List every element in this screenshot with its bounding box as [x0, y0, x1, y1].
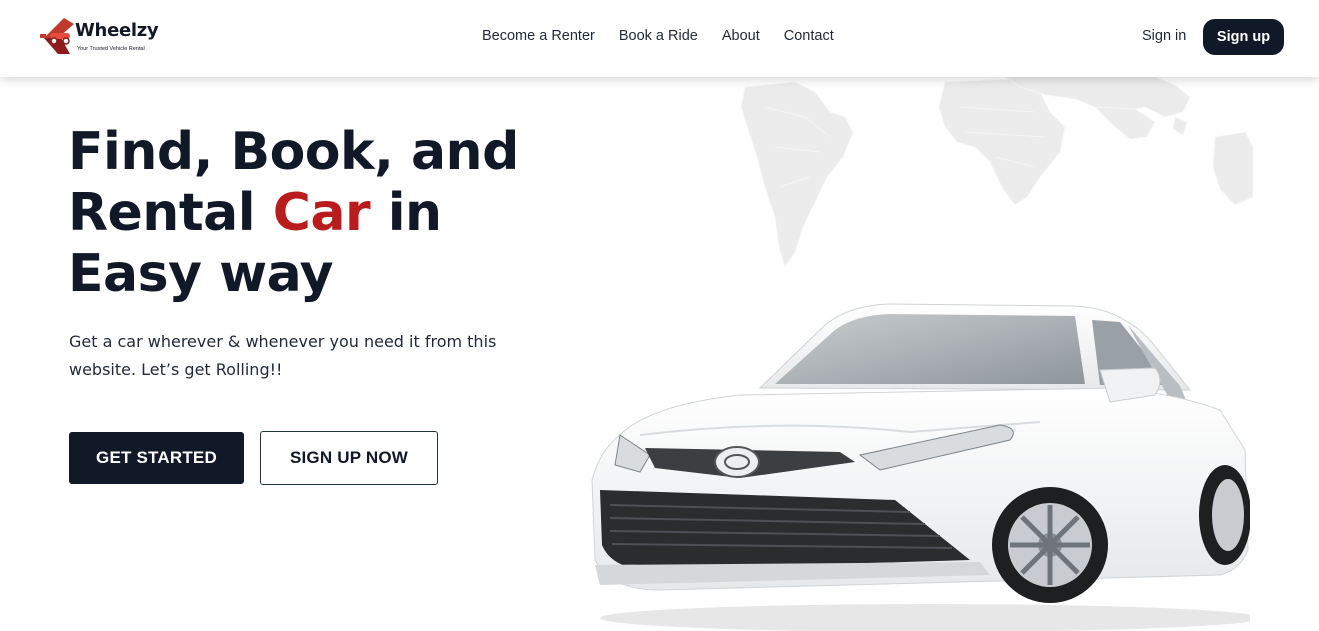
brand-logo[interactable]: Wheelzy Your Trusted Vehicle Rental [40, 14, 180, 60]
nav-link-book-a-ride[interactable]: Book a Ride [619, 28, 698, 44]
hero-title-line1: Find, Book, and [68, 122, 519, 182]
hero-title-accent-word: Car [272, 183, 371, 243]
hero-title: Find, Book, and Rental Car in Easy way [68, 122, 588, 305]
nav-link-contact[interactable]: Contact [784, 28, 834, 44]
get-started-button[interactable]: GET STARTED [69, 432, 244, 484]
hero-subtitle: Get a car wherever & whenever you need i… [69, 332, 497, 379]
brand-name: Wheelzy [75, 20, 159, 41]
main-nav: Become a Renter Book a Ride About Contac… [470, 28, 858, 44]
white-sedan-image [591, 303, 1250, 631]
sign-up-now-button[interactable]: SIGN UP NOW [260, 431, 438, 485]
wheelzy-logo-icon [40, 18, 74, 54]
brand-tagline: Your Trusted Vehicle Rental [77, 46, 145, 52]
hero-title-line3: Easy way [68, 244, 334, 304]
hero-title-line2-before: Rental [68, 183, 273, 243]
world-map-image [740, 77, 1254, 268]
hero-title-line2-after: in [370, 183, 442, 243]
rear-wheel [1199, 465, 1250, 565]
navbar: Wheelzy Your Trusted Vehicle Rental Beco… [0, 0, 1319, 77]
sign-up-button[interactable]: Sign up [1203, 19, 1284, 55]
front-wheel [992, 487, 1108, 603]
nav-link-about[interactable]: About [722, 28, 760, 44]
nav-link-become-a-renter[interactable]: Become a Renter [482, 28, 595, 44]
sign-in-link[interactable]: Sign in [1142, 28, 1186, 44]
